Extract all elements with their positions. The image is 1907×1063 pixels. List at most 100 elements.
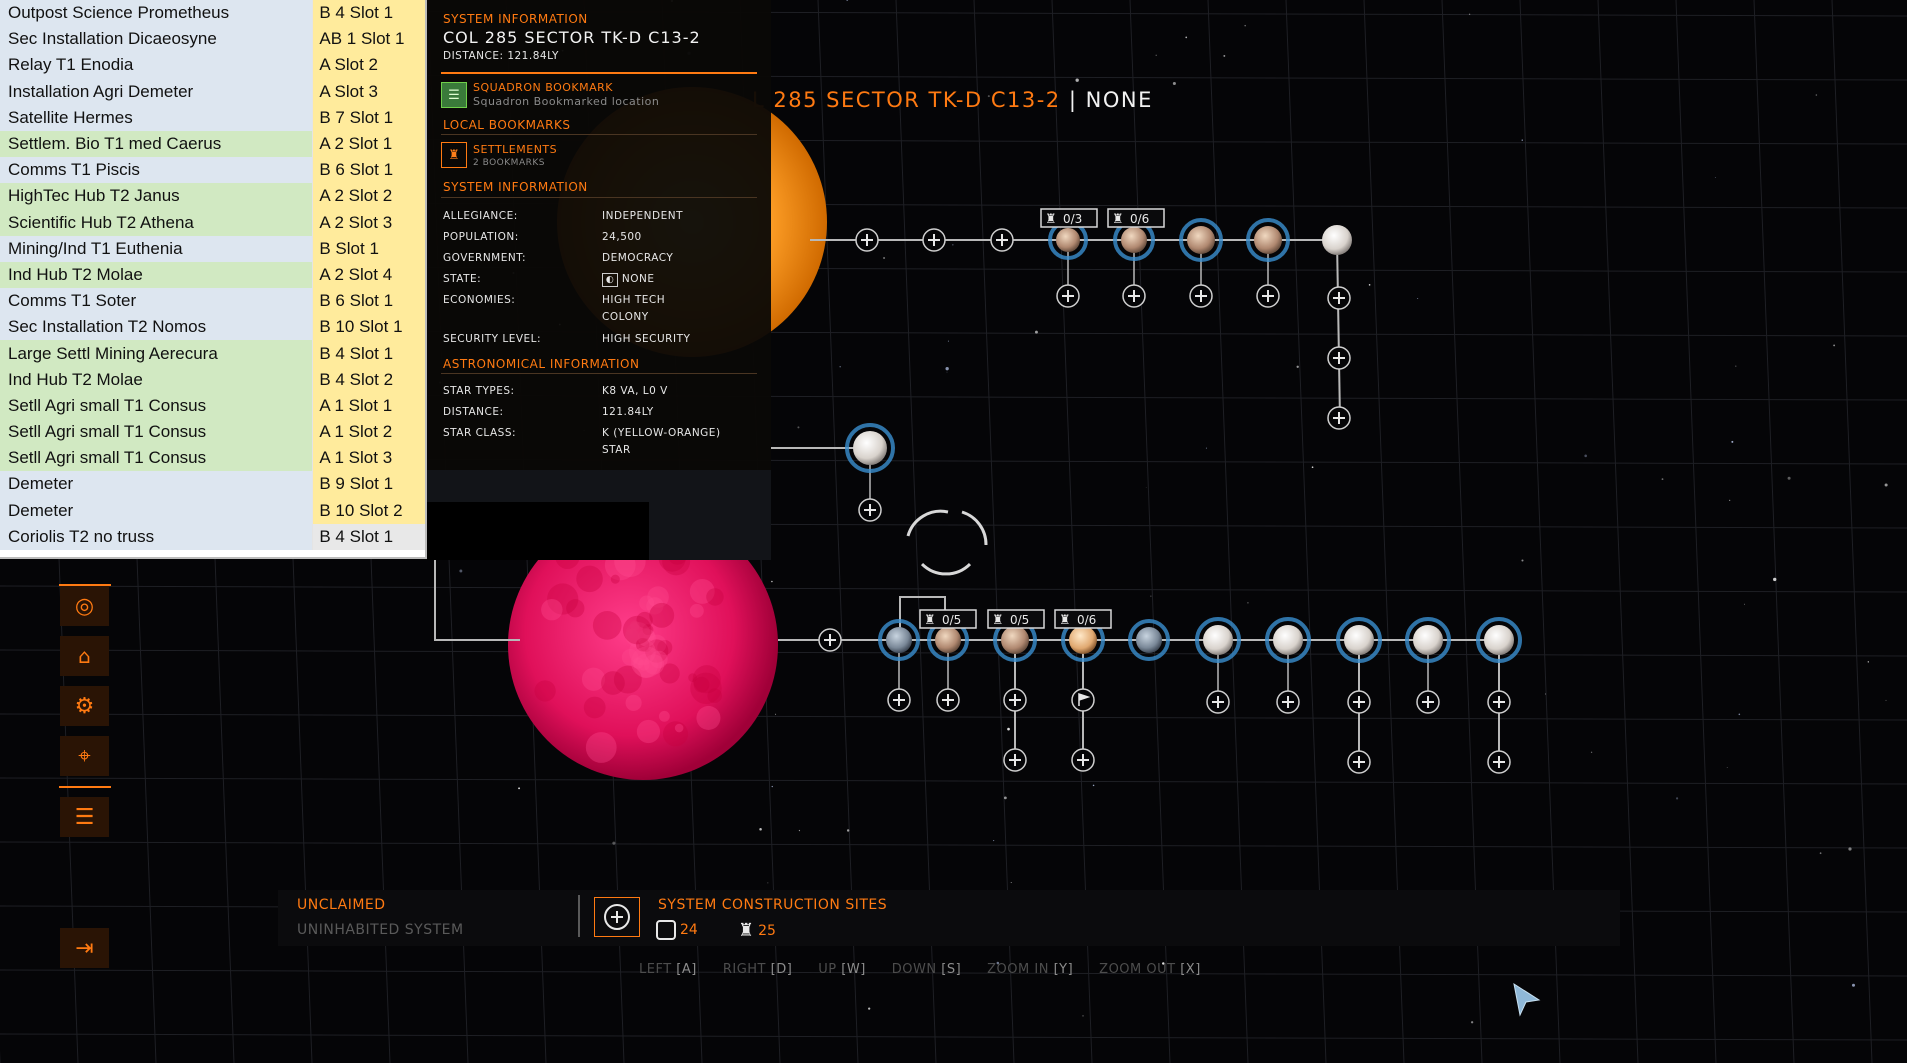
planet-body[interactable] [1001,626,1029,654]
add-site-marker[interactable] [1206,690,1230,714]
planet-body[interactable] [1344,625,1374,655]
exit-icon[interactable]: ⇥ [60,928,109,968]
slot-cell[interactable]: A 2 Slot 2 [312,183,425,210]
planet-body[interactable] [1322,225,1352,255]
station-name-cell[interactable]: Comms T1 Piscis [0,157,314,184]
slot-cell[interactable]: AB 1 Slot 1 [312,26,425,53]
add-site-marker[interactable] [1189,284,1213,308]
slot-cell[interactable]: A 1 Slot 2 [312,419,425,446]
spreadsheet-overlay[interactable]: Outpost Science Prometheus B 4 Slot 1 Sec … [0,0,427,559]
table-row[interactable]: Comms T1 Piscis B 6 Slot 1 [0,157,425,184]
flag-marker-icon[interactable] [1071,688,1095,712]
table-row[interactable]: Settlem. Bio T1 med Caerus A 2 Slot 1 [0,130,425,158]
station-name-cell[interactable]: Demeter [0,471,314,498]
table-row[interactable]: Satellite Hermes B 7 Slot 1 [0,104,425,131]
station-name-cell[interactable]: Ind Hub T2 Molae [0,261,314,289]
station-name-cell[interactable]: Setll Agri small T1 Consus [0,419,314,446]
settlements-icon[interactable]: ♜ [441,142,467,168]
slot-count-badge[interactable]: ♜ 0/6 [1107,208,1165,228]
station-name-cell[interactable]: Ind Hub T2 Molae [0,366,314,393]
add-site-marker[interactable] [1256,284,1280,308]
add-site-marker[interactable] [922,228,946,252]
add-site-marker[interactable] [1327,406,1351,430]
add-site-marker[interactable] [818,628,842,652]
add-site-marker[interactable] [1347,750,1371,774]
station-name-cell[interactable]: Satellite Hermes [0,104,314,131]
table-row[interactable]: Setll Agri small T1 Consus A 1 Slot 2 [0,419,425,446]
add-site-marker[interactable] [1416,690,1440,714]
table-row[interactable]: Large Settl Mining Aerecura B 4 Slot 1 [0,340,425,367]
add-site-marker[interactable] [1122,284,1146,308]
slot-cell[interactable]: B 4 Slot 1 [312,340,425,367]
planet-body[interactable] [1187,226,1215,254]
station-name-cell[interactable]: Sec Installation Dicaeosyne [0,26,314,53]
table-row[interactable]: HighTec Hub T2 Janus A 2 Slot 2 [0,183,425,210]
add-site-marker[interactable] [1487,690,1511,714]
planet-body[interactable] [1413,625,1443,655]
add-site-marker[interactable] [1327,346,1351,370]
slot-cell[interactable]: B 7 Slot 1 [312,104,425,131]
planet-body[interactable] [1203,625,1233,655]
planet-body[interactable] [935,627,961,653]
station-name-cell[interactable]: Demeter [0,497,314,524]
add-site-marker[interactable] [1071,748,1095,772]
galaxy-map-icon[interactable]: ◎ [60,586,109,626]
planet-body[interactable] [1056,228,1080,252]
add-site-marker[interactable] [887,688,911,712]
squadron-bookmark-title[interactable]: SQUADRON BOOKMARK [473,81,613,94]
slot-cell[interactable]: B 4 Slot 1 [312,0,425,27]
slot-cell[interactable]: A 1 Slot 3 [312,445,425,472]
slot-count-badge[interactable]: ♜ 0/3 [1040,208,1098,228]
slot-cell[interactable]: B Slot 1 [312,235,425,262]
add-site-marker[interactable] [1276,690,1300,714]
station-name-cell[interactable]: Comms T1 Soter [0,288,314,315]
list-icon[interactable]: ☰ [60,797,109,837]
station-name-cell[interactable]: Setll Agri small T1 Consus [0,392,314,419]
station-name-cell[interactable]: Setll Agri small T1 Consus [0,445,314,472]
add-construction-site-button[interactable] [594,897,640,937]
slot-cell[interactable]: A 2 Slot 3 [312,209,425,236]
table-row[interactable]: Ind Hub T2 Molae B 4 Slot 2 [0,366,425,393]
slot-count-badge[interactable]: ♜ 0/6 [1054,609,1112,629]
slot-cell[interactable]: A 1 Slot 1 [312,392,425,419]
slot-plan-table[interactable]: Outpost Science Prometheus B 4 Slot 1 Sec … [0,0,425,550]
table-row[interactable]: Ind Hub T2 Molae A 2 Slot 4 [0,261,425,289]
add-site-marker[interactable] [855,228,879,252]
add-site-marker[interactable] [1347,690,1371,714]
station-name-cell[interactable]: HighTec Hub T2 Janus [0,183,314,210]
station-name-cell[interactable]: Installation Agri Demeter [0,78,314,105]
table-row[interactable]: Comms T1 Soter B 6 Slot 1 [0,288,425,315]
station-name-cell[interactable]: Relay T1 Enodia [0,52,314,79]
add-site-marker[interactable] [1056,284,1080,308]
add-site-marker[interactable] [1487,750,1511,774]
table-row[interactable]: Setll Agri small T1 Consus A 1 Slot 3 [0,445,425,472]
table-row[interactable]: Sec Installation T2 Nomos B 10 Slot 1 [0,314,425,341]
add-site-marker[interactable] [936,688,960,712]
table-row[interactable]: Scientific Hub T2 Athena A 2 Slot 3 [0,209,425,236]
table-row[interactable]: Demeter B 9 Slot 1 [0,471,425,498]
slot-cell[interactable]: B 6 Slot 1 [312,288,425,315]
planet-body[interactable] [1069,626,1097,654]
settlements-title[interactable]: SETTLEMENTS [473,143,557,156]
slot-cell[interactable]: B 4 Slot 1 [312,523,425,550]
station-name-cell[interactable]: Mining/Ind T1 Euthenia [0,235,314,262]
planet-body[interactable] [886,627,912,653]
slot-cell[interactable]: A Slot 2 [312,52,425,79]
system-map-view[interactable]: ♜ 0/3 ♜ 0/6 ♜ 0/5 ♜ 0/5 ♜ 0/6 L 285 SECTOR TK-D C… [0,0,1907,1063]
planet-body[interactable] [853,431,887,465]
slot-cell[interactable]: B 4 Slot 2 [312,366,425,393]
planet-body[interactable] [1136,627,1162,653]
table-row[interactable]: Coriolis T2 no truss B 4 Slot 1 [0,523,425,550]
recenter-reticle[interactable] [906,509,988,576]
slot-cell[interactable]: A Slot 3 [312,78,425,105]
planet-body[interactable] [1273,625,1303,655]
squadron-bookmark-icon[interactable]: ☰ [441,82,467,108]
slot-count-badge[interactable]: ♜ 0/5 [987,609,1045,629]
add-site-marker[interactable] [858,498,882,522]
slot-cell[interactable]: B 9 Slot 1 [312,471,425,498]
slot-count-badge[interactable]: ♜ 0/5 [919,609,977,629]
bank-icon[interactable]: ⌂ [60,636,109,676]
slot-cell[interactable]: B 6 Slot 1 [312,157,425,184]
planet-body[interactable] [1254,226,1282,254]
station-name-cell[interactable]: Settlem. Bio T1 med Caerus [0,130,314,158]
